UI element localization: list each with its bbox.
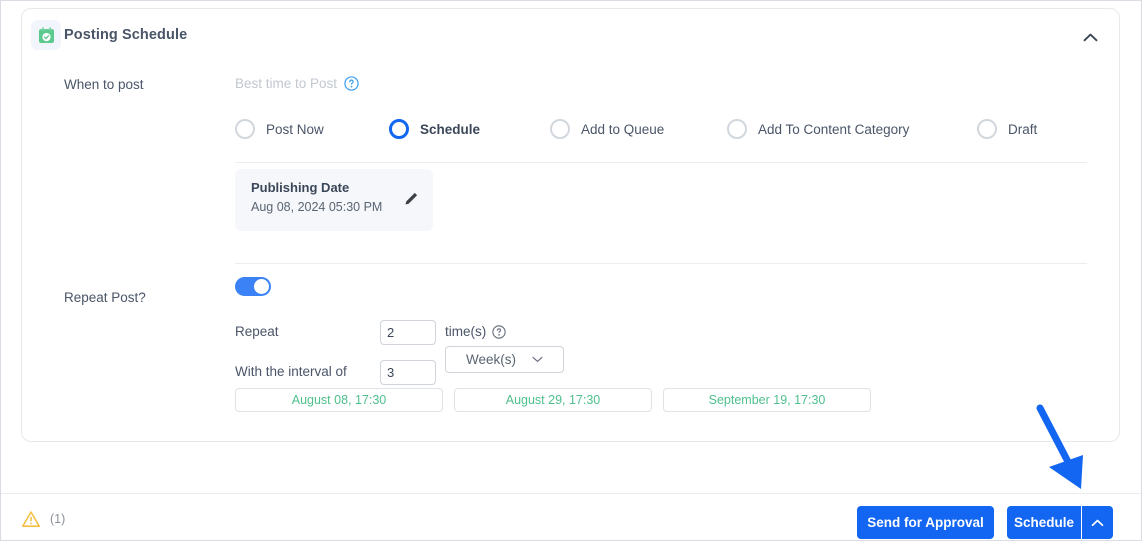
radio-indicator xyxy=(389,119,409,139)
radio-label: Draft xyxy=(1008,121,1038,137)
pencil-icon[interactable] xyxy=(403,191,419,212)
radio-indicator xyxy=(550,119,570,139)
send-for-approval-button[interactable]: Send for Approval xyxy=(857,506,994,539)
occurrence-chip[interactable]: August 29, 17:30 xyxy=(454,388,652,412)
times-note: time(s) xyxy=(445,324,506,339)
publishing-date-box[interactable]: Publishing Date Aug 08, 2024 05:30 PM xyxy=(235,169,433,231)
best-time-to-post-label: Best time to Post xyxy=(235,76,338,91)
radio-schedule[interactable]: Schedule xyxy=(389,112,480,146)
repeat-post-label: Repeat Post? xyxy=(64,290,146,305)
occurrence-chip[interactable]: September 19, 17:30 xyxy=(663,388,871,412)
repeat-count-input[interactable] xyxy=(380,320,436,345)
when-to-post-radio-group: Post Now Schedule Add to Queue Add To Co… xyxy=(235,112,1115,146)
when-to-post-label: When to post xyxy=(64,77,144,92)
radio-label: Add To Content Category xyxy=(758,121,910,137)
radio-indicator xyxy=(727,119,747,139)
radio-label: Post Now xyxy=(266,121,324,137)
card-title: Posting Schedule xyxy=(64,27,188,43)
occurrence-chip[interactable]: August 08, 17:30 xyxy=(235,388,443,412)
radio-label: Add to Queue xyxy=(581,121,665,137)
interval-unit-value: Week(s) xyxy=(465,352,516,367)
collapse-card-button[interactable] xyxy=(1077,26,1103,48)
warning-indicator[interactable]: (1) xyxy=(21,510,65,528)
warning-count: (1) xyxy=(50,512,66,526)
interval-unit-select[interactable]: Week(s) xyxy=(445,346,564,373)
schedule-button-group[interactable]: Schedule xyxy=(1007,506,1113,539)
divider-bottom xyxy=(235,263,1087,264)
toggle-knob xyxy=(254,279,269,294)
calendar-check-icon xyxy=(31,20,61,50)
footer-divider xyxy=(1,493,1141,494)
question-circle-icon[interactable] xyxy=(344,76,359,91)
radio-label: Schedule xyxy=(420,121,481,137)
radio-indicator xyxy=(235,119,255,139)
interval-value-input[interactable] xyxy=(380,360,436,385)
divider-top xyxy=(235,162,1087,163)
radio-post-now[interactable]: Post Now xyxy=(235,112,324,146)
publishing-date-value: Aug 08, 2024 05:30 PM xyxy=(251,200,383,214)
schedule-options-button[interactable] xyxy=(1081,506,1113,539)
radio-add-to-content-category[interactable]: Add To Content Category xyxy=(727,112,909,146)
repeat-post-toggle[interactable] xyxy=(235,277,271,296)
posting-schedule-screen: Posting Schedule When to post Best time … xyxy=(0,0,1142,541)
publishing-date-title: Publishing Date xyxy=(251,180,350,195)
interval-label: With the interval of xyxy=(235,364,347,379)
radio-add-to-queue[interactable]: Add to Queue xyxy=(550,112,664,146)
best-time-to-post: Best time to Post xyxy=(235,76,359,91)
chevron-up-icon xyxy=(1083,33,1097,41)
chevron-up-icon xyxy=(1091,519,1104,526)
warning-triangle-icon xyxy=(21,511,41,527)
schedule-button[interactable]: Schedule xyxy=(1007,515,1081,530)
times-label: time(s) xyxy=(445,324,487,339)
posting-schedule-card: Posting Schedule When to post Best time … xyxy=(21,8,1120,442)
question-circle-icon[interactable] xyxy=(492,324,506,339)
radio-draft[interactable]: Draft xyxy=(977,112,1037,146)
radio-indicator xyxy=(977,119,997,139)
repeat-count-label: Repeat xyxy=(235,324,279,339)
card-header: Posting Schedule xyxy=(22,9,1119,63)
occurrence-chip-list: August 08, 17:30 August 29, 17:30 Septem… xyxy=(235,388,871,412)
chevron-down-icon xyxy=(532,356,543,363)
